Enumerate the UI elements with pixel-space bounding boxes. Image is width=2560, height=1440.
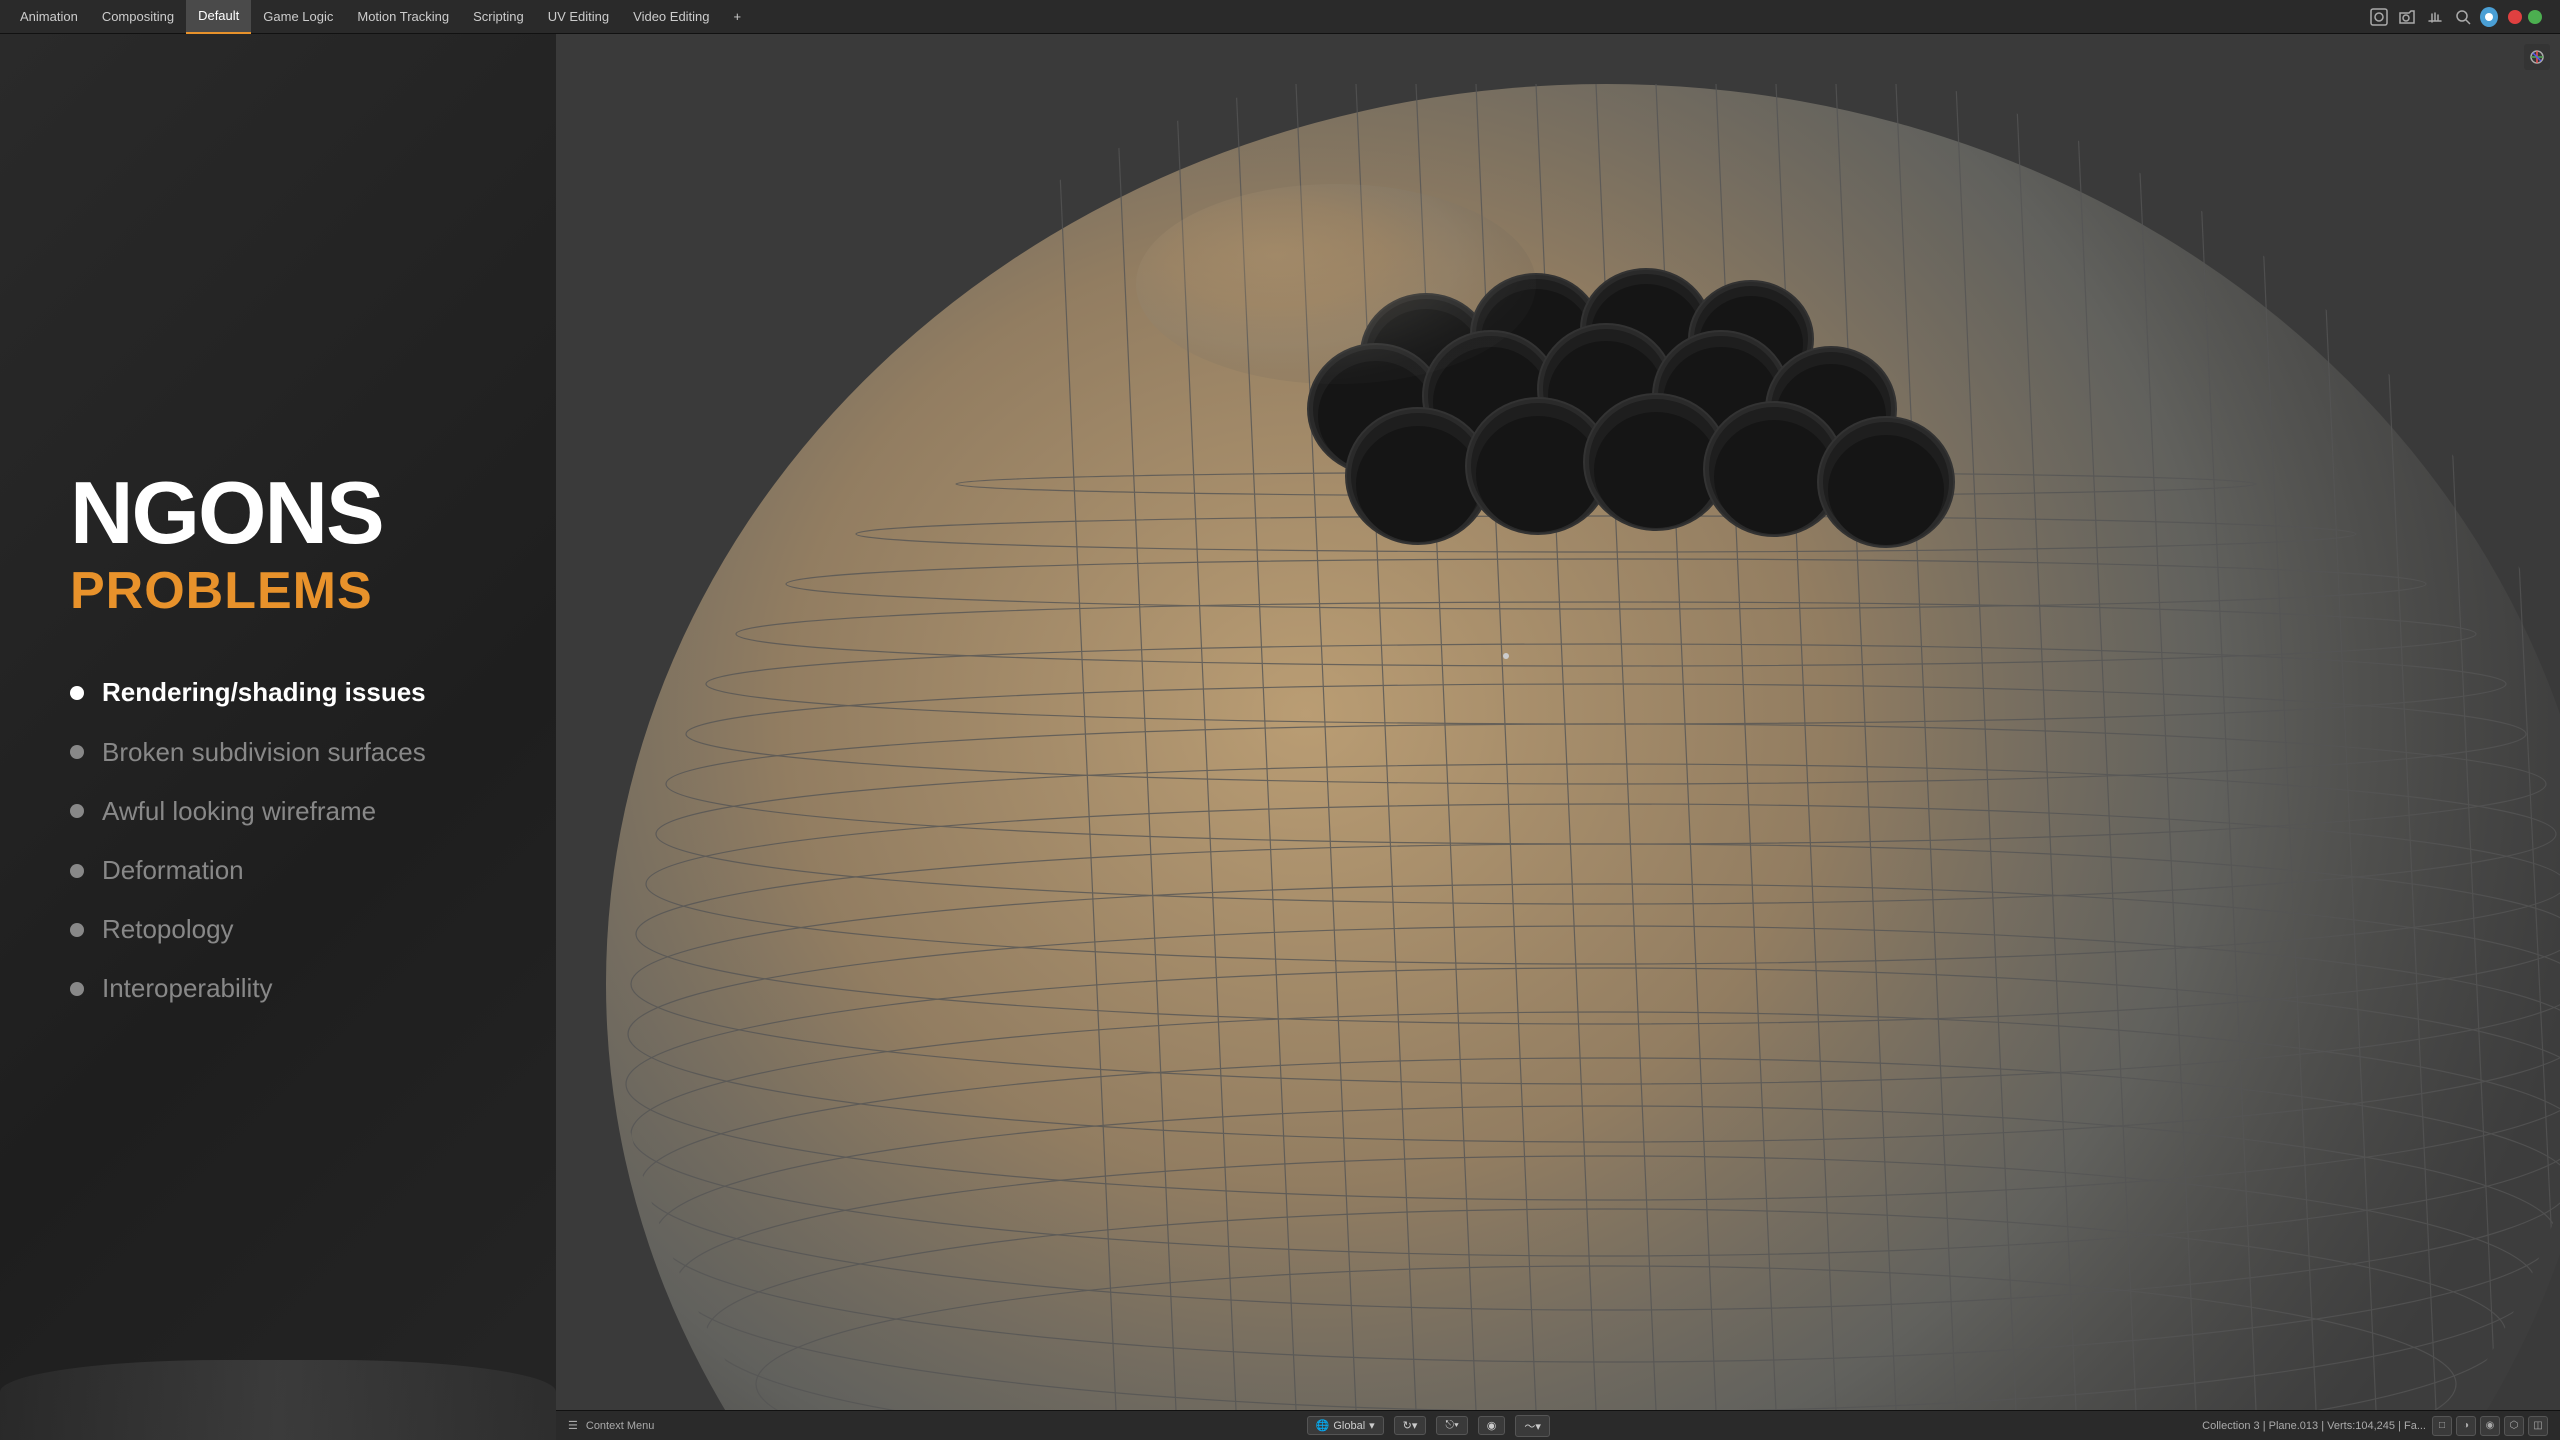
- blender-logo-icon: [2480, 6, 2502, 28]
- bullet-item-0: Rendering/shading issues: [70, 677, 486, 708]
- transform-btn[interactable]: ↻▾: [1394, 1416, 1427, 1435]
- slide-panel: NGONS PROBLEMS Rendering/shading issues …: [0, 34, 556, 1440]
- viewport-shading-material-icon[interactable]: ◑: [2456, 1416, 2476, 1436]
- dropdown-arrow: ▾: [1369, 1419, 1375, 1432]
- viewport-shading-rendered-icon[interactable]: ◉: [2480, 1416, 2500, 1436]
- global-icon: 🌐: [1316, 1419, 1330, 1432]
- dot-green-icon: [2528, 10, 2542, 24]
- context-menu-label: Context Menu: [586, 1420, 654, 1432]
- menu-item-scripting[interactable]: Scripting: [461, 0, 536, 34]
- topbar-icons: [2368, 6, 2552, 28]
- menu-item-gamelogic[interactable]: Game Logic: [251, 0, 345, 34]
- menu-item-default[interactable]: Default: [186, 0, 251, 34]
- bullet-dot-1: [70, 745, 84, 759]
- viewport-controls: [2524, 44, 2550, 70]
- bullet-dot-5: [70, 982, 84, 996]
- statusbar-left: ☰ Context Menu: [568, 1419, 654, 1432]
- menu-item-motiontracking[interactable]: Motion Tracking: [345, 0, 461, 34]
- bullet-dot-4: [70, 923, 84, 937]
- scene-svg: [556, 34, 2560, 1410]
- statusbar-center: 🌐 Global ▾ ↻▾ ⎋▾ ◉ 〜▾: [654, 1415, 2202, 1437]
- bullet-item-4: Retopology: [70, 914, 486, 945]
- statusbar: ☰ Context Menu 🌐 Global ▾ ↻▾ ⎋▾ ◉ 〜▾ Col…: [556, 1410, 2560, 1440]
- bullet-list: Rendering/shading issues Broken subdivis…: [70, 677, 486, 1004]
- camera-icon[interactable]: [2396, 6, 2418, 28]
- slide-title-sub: PROBLEMS: [70, 565, 486, 617]
- context-menu-icon: ☰: [568, 1419, 578, 1432]
- slide-title-main: NGONS: [70, 469, 486, 557]
- render-icon[interactable]: [2368, 6, 2390, 28]
- menu-item-add-workspace[interactable]: +: [722, 0, 754, 34]
- bullet-item-1: Broken subdivision surfaces: [70, 737, 486, 768]
- xray-icon[interactable]: ◫: [2528, 1416, 2548, 1436]
- menu-item-uvediting[interactable]: UV Editing: [536, 0, 621, 34]
- statusbar-icons: □ ◑ ◉ ⬡ ◫: [2432, 1416, 2548, 1436]
- bullet-item-2: Awful looking wireframe: [70, 796, 486, 827]
- collection-info: Collection 3 | Plane.013 | Verts:104,245…: [2202, 1420, 2426, 1432]
- topbar: Animation Compositing Default Game Logic…: [0, 0, 2560, 34]
- menu-item-compositing[interactable]: Compositing: [90, 0, 186, 34]
- viewport-shading-solid-icon[interactable]: □: [2432, 1416, 2452, 1436]
- proportional-btn[interactable]: ◉: [1478, 1416, 1506, 1435]
- viewport-label-btn[interactable]: 🌐 Global ▾: [1307, 1416, 1384, 1435]
- bullet-item-3: Deformation: [70, 855, 486, 886]
- menu-item-animation[interactable]: Animation: [8, 0, 90, 34]
- search-icon[interactable]: [2452, 6, 2474, 28]
- snap-btn[interactable]: ⎋▾: [1436, 1416, 1467, 1435]
- dot-red-icon: [2508, 10, 2522, 24]
- statusbar-right: Collection 3 | Plane.013 | Verts:104,245…: [2202, 1416, 2548, 1436]
- bullet-dot-2: [70, 804, 84, 818]
- bullet-dot-3: [70, 864, 84, 878]
- falloff-btn[interactable]: 〜▾: [1515, 1415, 1550, 1437]
- menu-item-videoediting[interactable]: Video Editing: [621, 0, 721, 34]
- hand-icon[interactable]: [2424, 6, 2446, 28]
- bullet-dot-0: [70, 686, 84, 700]
- overlay-icon[interactable]: ⬡: [2504, 1416, 2524, 1436]
- viewport[interactable]: [556, 34, 2560, 1410]
- gizmo-icon[interactable]: [2524, 44, 2550, 70]
- bullet-item-5: Interoperability: [70, 973, 486, 1004]
